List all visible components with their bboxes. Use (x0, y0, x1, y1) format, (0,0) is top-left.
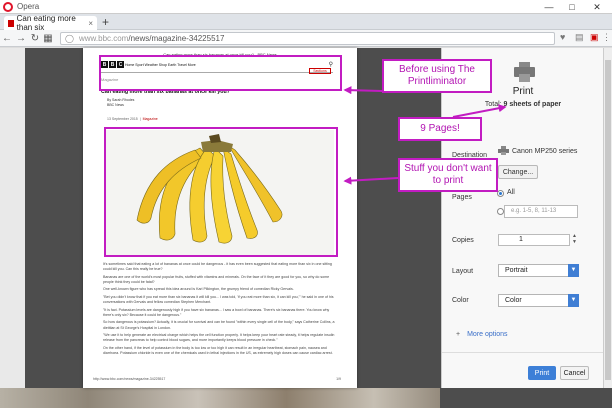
tab-article[interactable]: Can eating more than six × (4, 14, 97, 32)
minimize-icon[interactable]: — (538, 0, 560, 14)
close-window-icon[interactable]: ✕ (586, 0, 608, 14)
paragraph: One well-known figure who has spread thi… (103, 287, 294, 292)
bbc-favicon-icon (8, 19, 14, 27)
total-sheets: Total: 9 sheets of paper (442, 101, 604, 108)
globe-icon: ◯ (65, 34, 74, 43)
pages-custom-radio[interactable] (497, 208, 504, 215)
author-org: BBC News (107, 103, 124, 107)
url-path: /news/magazine-34225517 (128, 34, 225, 43)
printer-icon (514, 62, 535, 82)
menu-icon[interactable]: ⋮ (602, 32, 611, 43)
address-bar[interactable]: ◯ www.bbc.com/news/magazine-34225517 (60, 32, 555, 45)
pages-range-input[interactable]: e.g. 1-5, 8, 11-13 (504, 205, 578, 218)
pages-callout: 9 Pages! (398, 117, 482, 141)
close-tab-icon[interactable]: × (88, 19, 93, 28)
copies-stepper[interactable]: ▲ ▼ (572, 233, 577, 245)
tab-bar: Can eating more than six × (0, 14, 612, 32)
new-tab-button[interactable]: + (102, 15, 109, 29)
plus-icon: + (456, 331, 461, 338)
pages-all-radio[interactable] (497, 190, 504, 197)
pages-label: Pages (452, 194, 472, 201)
title-bar: Opera — □ ✕ (0, 0, 612, 14)
article-body: It's sometimes said that eating a lot of… (103, 262, 339, 358)
paragraph: Bananas are one of the world's most popu… (103, 274, 330, 284)
copies-label: Copies (452, 237, 474, 244)
publish-date: 13 September 2015 | Magazine (107, 117, 158, 121)
chevron-down-icon: ▼ (568, 264, 579, 277)
heart-icon[interactable]: ♥ (560, 32, 565, 42)
opera-logo-icon[interactable] (3, 1, 13, 12)
destination-printer-icon (498, 146, 509, 155)
url-domain: www.bbc.com (79, 34, 129, 43)
panel-scrollbar[interactable] (603, 48, 612, 388)
header-highlight-box (99, 55, 342, 91)
speed-dial-icon[interactable]: ▦ (42, 33, 54, 44)
page-background-thumbnails (0, 388, 440, 408)
layout-label: Layout (452, 268, 474, 275)
extension-icon[interactable]: ▣ (590, 32, 599, 43)
date-section: Magazine (142, 117, 158, 121)
color-select[interactable]: Color ▼ (498, 294, 579, 307)
paragraph: "It is fact. Potassium levels are danger… (103, 307, 330, 317)
scrollbar-thumb[interactable] (605, 60, 611, 380)
layout-select[interactable]: Portrait ▼ (498, 264, 579, 277)
paragraph: On the other hand, if the level of potas… (103, 345, 333, 355)
stash-icon[interactable]: ▤ (575, 32, 584, 43)
stuff-callout: Stuff you don't want to print (398, 158, 498, 192)
reload-icon[interactable]: ↻ (28, 33, 42, 44)
color-value: Color (505, 297, 522, 304)
color-label: Color (452, 297, 469, 304)
copies-input[interactable]: 1 (498, 234, 570, 246)
navigation-bar: ← → ↻ ▦ ◯ www.bbc.com/news/magazine-3422… (0, 30, 612, 47)
image-highlight-box (104, 127, 338, 257)
before-callout: Before using The Printliminator (382, 59, 492, 93)
change-destination-button[interactable]: Change... (498, 165, 538, 179)
total-prefix: Total: (484, 101, 504, 108)
print-button[interactable]: Print (528, 366, 556, 380)
maximize-icon[interactable]: □ (561, 0, 583, 14)
paragraph: "Bet you didn't know that if you eat mor… (103, 294, 334, 305)
paragraph: It's sometimes said that eating a lot of… (103, 262, 332, 272)
paragraph: "We use it to help generate an electrica… (103, 333, 335, 343)
pages-all-label: All (507, 189, 515, 196)
more-options-link[interactable]: + More options (456, 331, 508, 338)
back-icon[interactable]: ← (0, 33, 14, 44)
app-name: Opera (17, 2, 40, 11)
layout-value: Portrait (505, 267, 528, 274)
destination-name: Canon MP250 series (512, 148, 578, 155)
forward-icon[interactable]: → (14, 33, 28, 44)
date-text: 13 September 2015 (107, 117, 138, 121)
preview-page-number: 1/9 (336, 377, 341, 381)
page-left-strip (0, 48, 25, 408)
panel-divider (442, 352, 604, 353)
more-options-label: More options (467, 331, 508, 338)
cancel-button[interactable]: Cancel (560, 366, 589, 380)
chevron-down-icon: ▼ (568, 294, 579, 307)
byline: By Sarah Rhodes BBC News (107, 98, 134, 108)
paragraph: So how dangerous is potassium? Actually,… (103, 320, 335, 330)
total-value: 9 sheets of paper (503, 101, 562, 108)
preview-footer-url: http://www.bbc.com/news/magazine-3422551… (93, 377, 166, 381)
print-settings-panel: Print Total: 9 sheets of paper Destinati… (441, 48, 604, 388)
